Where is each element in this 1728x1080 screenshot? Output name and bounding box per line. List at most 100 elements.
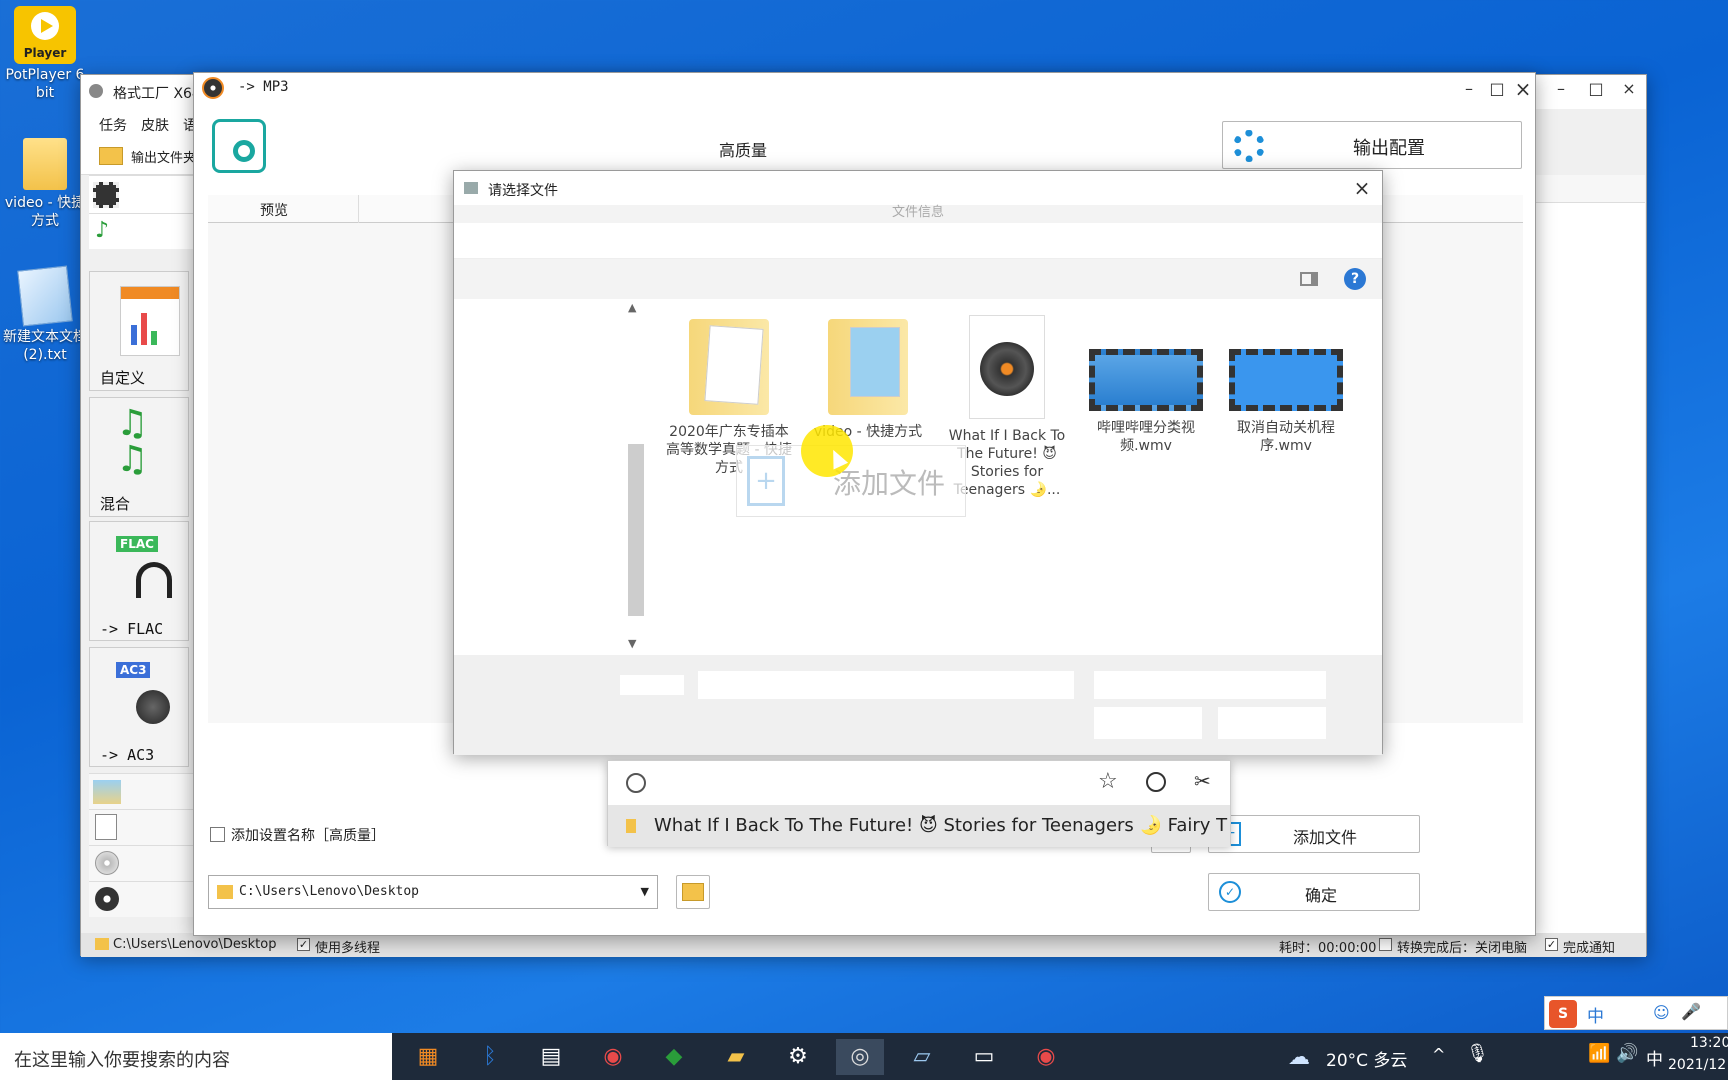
ff-menu-bar: 任务 皮肤 语 [81,109,201,139]
pane-toggle-icon[interactable] [1300,272,1318,286]
category-label: 混合 [100,495,131,513]
file-picker-bottom [454,655,1382,755]
windows-start-icon[interactable]: ▦ [404,1039,452,1075]
settings-icon[interactable]: ⚙ [774,1039,822,1075]
ok-button[interactable]: ✓ 确定 [1208,873,1420,911]
scroll-up-icon[interactable]: ▲ [628,301,636,314]
maximize-icon[interactable]: □ [1582,75,1610,103]
maximize-icon[interactable]: □ [1483,75,1511,103]
output-config-button[interactable]: 输出配置 [1222,121,1522,169]
category-label: -> FLAC [100,620,164,638]
nav-pane: ▲ ▼ [454,299,646,655]
add-setting-name-label: 添加设置名称［高质量］ [231,828,385,844]
category-disc-row[interactable] [89,845,195,881]
desktop-icon-textfile[interactable]: 新建文本文档 (2).txt [0,265,90,364]
cancel-button[interactable] [1218,707,1326,739]
ff-status-bar: C:\Users\Lenovo\Desktop ✓ 使用多线程 耗时：00:00… [81,933,1646,957]
file-tile-video[interactable]: 取消自动关机程序.wmv [1221,349,1351,455]
menu-task[interactable]: 任务 [99,115,127,135]
filename-input[interactable] [698,671,1074,699]
notepad-taskbar-icon[interactable]: ▱ [898,1039,946,1075]
file-explorer-icon[interactable]: ▤ [527,1039,575,1075]
ime-indicator[interactable]: 中 [1646,1045,1663,1070]
terminal-icon[interactable]: ▭ [960,1039,1008,1075]
format-factory-taskbar-icon[interactable]: ◎ [836,1039,884,1075]
folder-icon[interactable]: ▰ [712,1039,760,1075]
search-result-text: What If I Back To The Future! 😈 Stories … [654,815,1228,836]
clock-date[interactable]: 2021/12 [1668,1057,1726,1073]
category-ac3[interactable]: AC3 -> AC3 [89,647,189,767]
close-icon[interactable]: × [1509,75,1537,103]
folder-icon [689,319,769,415]
output-folder-icon [99,147,123,165]
category-audio-row[interactable]: ♪ [89,213,195,249]
scroll-down-icon[interactable]: ▼ [628,637,636,650]
weather-text[interactable]: 20°C 多云 [1326,1046,1407,1071]
file-tile-folder[interactable]: video - 快捷方式 [803,319,933,441]
category-tools-row[interactable] [89,881,195,917]
taskbar-search-input[interactable]: 在这里输入你要搜索的内容 [0,1033,392,1080]
file-picker-dialog: 请选择文件 × 文件信息 ? ▲ ▼ 2020年广东专插本高等数学真题 - 快捷… [453,170,1383,755]
volume-icon[interactable]: 🔊 [1616,1043,1638,1064]
toolbar-output-folder[interactable]: 输出文件夹 [131,147,196,166]
tools-icon[interactable]: ✂ [1194,769,1211,793]
file-tile-video[interactable]: 哔哩哔哩分类视频.wmv [1081,349,1211,455]
category-custom[interactable]: 自定义 [89,271,189,391]
notify-checkbox[interactable]: ✓ [1545,938,1558,951]
clock-time[interactable]: 13:20 [1690,1035,1728,1051]
minimize-icon[interactable]: – [1547,75,1575,103]
close-icon[interactable]: × [1615,75,1643,103]
search-result-row[interactable]: What If I Back To The Future! 😈 Stories … [608,805,1230,847]
history-icon[interactable] [1146,772,1166,792]
document-icon [95,814,117,840]
file-picker-title: 请选择文件 [488,183,558,199]
mp3-dialog-icon [202,77,224,99]
cursor-highlight [801,425,853,477]
after-convert-checkbox[interactable] [1379,938,1392,951]
multithread-checkbox[interactable]: ✓ [297,938,310,951]
open-button[interactable] [1094,707,1202,739]
bluetooth-icon[interactable]: ᛒ [466,1039,514,1075]
music-note-icon: ♪ [95,218,110,243]
wifi-icon[interactable]: 📶 [1588,1043,1610,1064]
status-path[interactable]: C:\Users\Lenovo\Desktop [113,937,276,952]
browse-folder-button[interactable] [676,875,710,909]
tab-preview[interactable]: 预览 [260,200,288,220]
quality-label[interactable]: 高质量 [719,137,767,161]
microphone-icon[interactable]: 🎙 [1466,1043,1489,1064]
toolbar-strip: ? [454,259,1382,299]
category-video-row[interactable] [89,175,195,213]
menu-skin[interactable]: 皮肤 [141,115,169,135]
add-file-button[interactable]: + 添加文件 [1208,815,1420,853]
desktop-icon-potplayer[interactable]: Player PotPlayer 6 bit [0,6,90,102]
search-icon[interactable] [626,773,646,793]
close-icon[interactable]: × [1348,174,1376,202]
category-flac[interactable]: FLAC -> FLAC [89,521,189,641]
category-document-row[interactable] [89,809,195,845]
ff-title: 格式工厂 X64 [113,86,201,102]
taskbar: 在这里输入你要搜索的内容 ▦ ᛒ ▤ ◉ ◆ ▰ ⚙ ◎ ▱ ▭ ◉ ☁ 20°… [0,1033,1728,1080]
ff-toolbar: 输出文件夹 [81,139,201,175]
category-picture-row[interactable] [89,773,195,809]
chrome-icon[interactable]: ◉ [1022,1039,1070,1075]
settings-gear-icon[interactable] [212,119,266,173]
ime-toolbar[interactable]: S 中 ☺ 🎤 [1544,996,1728,1030]
gear-icon [1233,130,1265,162]
star-icon[interactable]: ☆ [1098,769,1118,794]
voice-icon: 🎤 [1681,1002,1701,1021]
filename-label-box [620,675,684,695]
film-icon [93,182,119,208]
picker-app-icon [464,182,478,194]
desktop-icon-video-shortcut[interactable]: video - 快捷 方式 [0,138,90,230]
help-icon[interactable]: ? [1344,268,1366,290]
add-setting-checkbox[interactable] [210,827,225,842]
speaker-icon [136,690,170,724]
category-mix[interactable]: ♫ ♫ 混合 [89,397,189,517]
chrome-icon[interactable]: ◉ [589,1039,637,1075]
minimize-icon[interactable]: – [1455,75,1483,103]
tray-chevron-icon[interactable]: ^ [1432,1045,1445,1064]
nav-scrollbar[interactable] [628,444,644,616]
wps-icon[interactable]: ◆ [650,1039,698,1075]
filetype-select[interactable] [1094,671,1326,699]
path-combobox[interactable]: C:\Users\Lenovo\Desktop ▼ [208,875,658,909]
